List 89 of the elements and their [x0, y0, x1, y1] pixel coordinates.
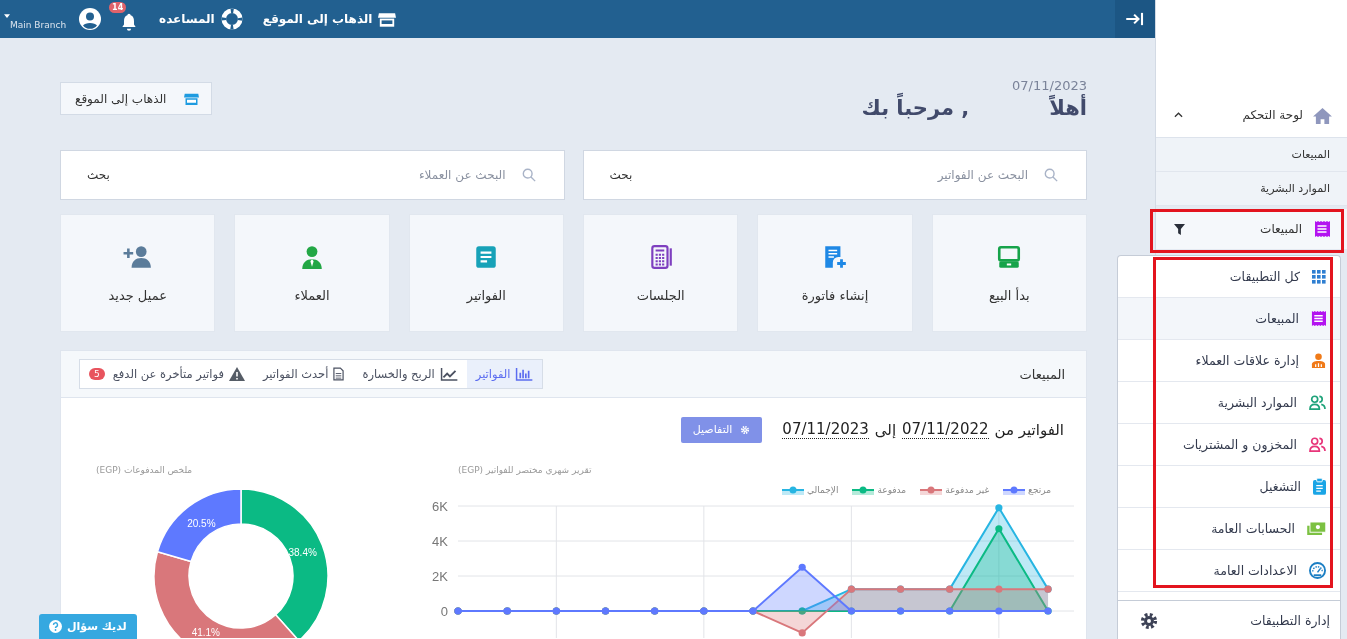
end-date-link[interactable]: 07/11/2023 — [782, 420, 869, 439]
tab[interactable]: أحدث الفواتير — [253, 360, 354, 388]
legend-label: مدفوعة — [877, 485, 907, 495]
point — [995, 525, 1003, 533]
gauge-icon — [1309, 562, 1326, 579]
quick-action-card[interactable]: بدأ البيع — [931, 214, 1087, 332]
go-to-site-button[interactable]: الذهاب إلى الموقع — [60, 82, 213, 115]
search-icon — [521, 168, 536, 182]
legend-item[interactable]: مرتجع — [1003, 485, 1051, 495]
legend-label: مرتجع — [1028, 485, 1051, 495]
grid-icon — [1312, 269, 1326, 284]
person-icon — [1311, 353, 1326, 368]
chart-title: (EGP) ملخص المدفوعات — [95, 464, 194, 477]
point — [995, 585, 1003, 593]
app-menu-item[interactable]: المبيعات — [1118, 298, 1340, 340]
app-menu-item[interactable]: الموارد البشرية — [1118, 382, 1340, 424]
point — [798, 563, 806, 571]
axis-tick-label: 4K — [432, 534, 448, 549]
tab[interactable]: الربح والخسارة — [353, 360, 467, 388]
receipt-icon — [1314, 221, 1330, 237]
quick-action-card[interactable]: العملاء — [234, 214, 390, 332]
legend-item[interactable]: مدفوعة — [852, 485, 907, 495]
person-tie-icon — [299, 243, 325, 270]
lifebuoy-icon — [220, 8, 243, 30]
axis-tick-label: 0 — [440, 604, 448, 619]
panel-title: المبيعات — [1019, 366, 1065, 382]
app-menu-item[interactable]: إدارة علاقات العملاء — [1118, 340, 1340, 382]
chart-title: (EGP) تقرير شهري مختصر للفواتير — [457, 464, 593, 477]
quick-action-card[interactable]: عميل جديد — [60, 214, 216, 332]
legend-label: الإجمالي — [807, 485, 839, 495]
period-joiner: إلى — [874, 420, 897, 439]
quick-action-card[interactable]: الفواتير — [408, 214, 564, 332]
gear-icon — [740, 424, 751, 435]
axis-tick-label: 2K — [432, 569, 448, 584]
caret-icon — [4, 14, 10, 18]
settings-icon — [1140, 611, 1158, 630]
go-to-site-link[interactable]: الذهاب إلى الموقع — [262, 11, 397, 27]
slice-label: 41.1% — [191, 626, 220, 638]
person-plus-icon — [122, 243, 153, 270]
greeting-text: أهلاً — [1049, 96, 1087, 120]
period-label: الفواتير من — [994, 420, 1064, 439]
legend-label: غير مدفوعة — [945, 485, 990, 495]
slice-label: 20.5% — [187, 518, 216, 530]
line-chart-icon — [439, 367, 458, 381]
axis-tick-label: 6K — [432, 499, 448, 514]
app-menu-item[interactable]: الاعدادات العامة — [1118, 550, 1340, 592]
start-date-link[interactable]: 07/11/2022 — [902, 420, 989, 439]
notification-count: 14 — [109, 2, 127, 13]
current-date: 07/11/2023 — [1012, 78, 1087, 93]
submenu-item[interactable]: المبيعات — [1156, 138, 1347, 172]
arrow-to-bar-icon — [1126, 12, 1144, 26]
legend-item[interactable]: غير مدفوعة — [920, 485, 990, 495]
quick-action-card[interactable]: إنشاء فاتورة — [757, 214, 913, 332]
search-button[interactable]: بحث — [87, 168, 110, 182]
bar-chart-icon — [515, 367, 534, 381]
help-link[interactable]: المساعده — [159, 8, 243, 30]
manage-apps-button[interactable]: إدارة التطبيقات — [1118, 600, 1340, 639]
app-menu-item[interactable]: التشغيل — [1118, 466, 1340, 508]
legend-item[interactable]: الإجمالي — [782, 485, 839, 495]
search-field[interactable]: البحث عن الفواتير بحث — [582, 150, 1087, 200]
search-icon — [1044, 168, 1058, 182]
monitor-icon — [996, 243, 1023, 270]
app-menu-item[interactable]: الحسابات العامة — [1118, 508, 1340, 550]
quick-action-card[interactable]: الجلسات — [583, 214, 739, 332]
storefront-icon — [378, 11, 397, 27]
tab[interactable]: الفواتير — [466, 360, 543, 388]
slice-label: 38.4% — [288, 547, 317, 559]
warning-icon — [228, 367, 245, 381]
point — [798, 629, 806, 637]
storefront-icon — [184, 92, 200, 105]
banknote-icon — [1307, 522, 1326, 535]
receipt-icon — [1311, 311, 1326, 326]
app-menu-item[interactable]: المخزون و المشتريات — [1118, 424, 1340, 466]
document-plus-icon — [822, 243, 848, 270]
people-icon — [1309, 395, 1326, 410]
question-icon — [49, 620, 62, 633]
submenu-item[interactable]: الموارد البشرية — [1156, 172, 1347, 206]
user-icon[interactable] — [78, 7, 103, 31]
clipboard-icon — [1313, 478, 1326, 495]
branch-selector[interactable]: Main Branch — [4, 14, 67, 30]
filter-icon — [1174, 223, 1185, 235]
point — [995, 607, 1003, 615]
point — [995, 504, 1003, 512]
home-icon — [1313, 106, 1332, 124]
search-button[interactable]: بحث — [609, 168, 633, 182]
sidebar-toggle-button[interactable] — [1115, 0, 1155, 38]
document-icon — [333, 367, 345, 381]
search-field[interactable]: البحث عن العملاء بحث — [60, 150, 565, 200]
people-icon — [1309, 437, 1326, 452]
